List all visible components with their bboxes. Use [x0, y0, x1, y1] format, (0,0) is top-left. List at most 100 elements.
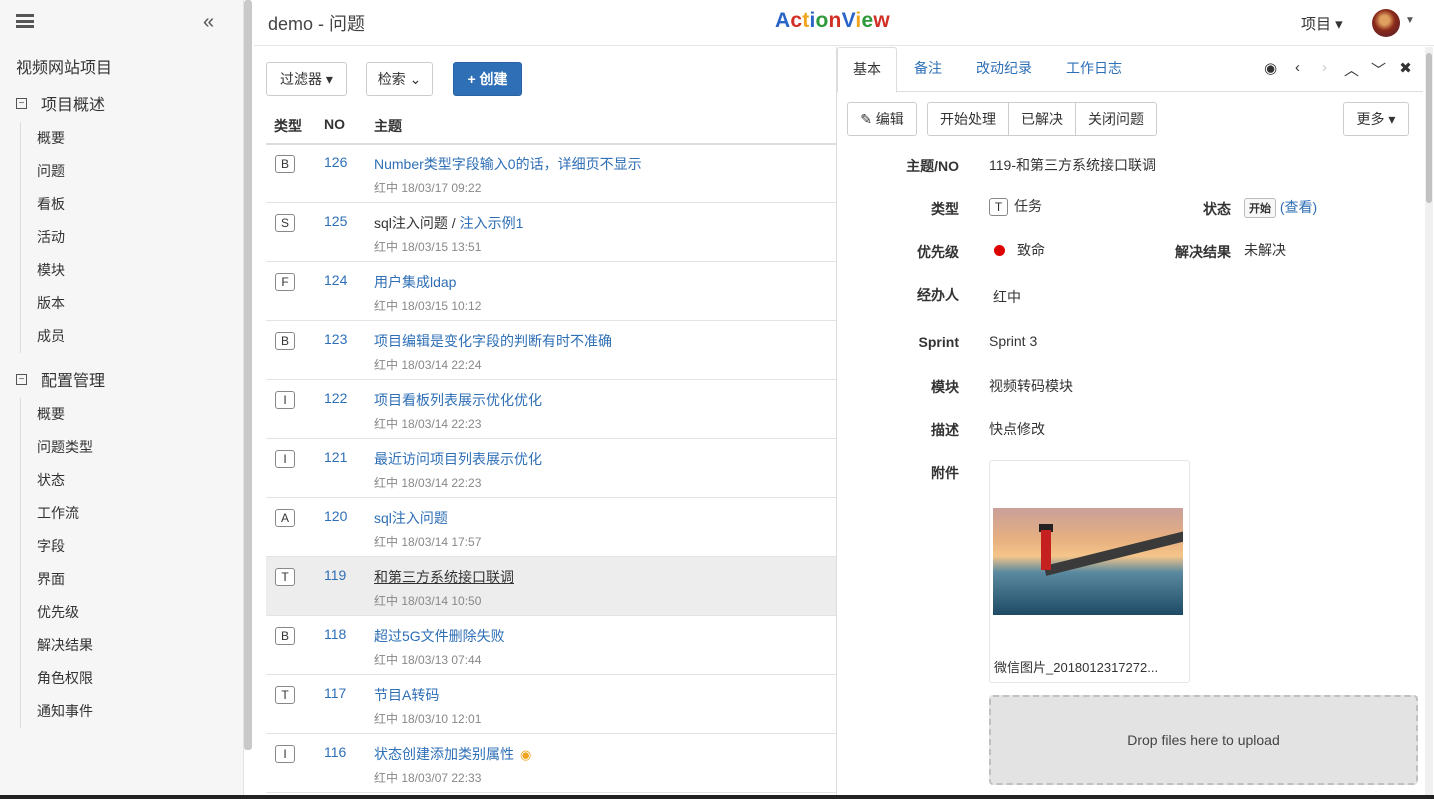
sidebar-item-modules[interactable]: 模块 [21, 254, 65, 287]
issue-assignee-value[interactable]: 红中 [993, 287, 1021, 307]
collapse-group-icon[interactable]: − [16, 373, 27, 385]
issue-priority-value[interactable]: 致命 [994, 240, 1045, 260]
issue-number[interactable]: 120 [324, 508, 347, 524]
table-row[interactable]: F 124 用户集成ldap 红中 18/03/15 10:12 [266, 262, 836, 321]
issue-number[interactable]: 121 [324, 449, 347, 465]
close-icon[interactable]: ✖ [1392, 59, 1419, 80]
project-name[interactable]: 视频网站项目 [16, 54, 112, 78]
sidebar-item-members[interactable]: 成员 [21, 320, 65, 353]
table-row[interactable]: S 125 sql注入问题 / 注入示例1 红中 18/03/15 13:51 [266, 203, 836, 262]
issue-title-link[interactable]: 节目A转码 [374, 685, 439, 705]
avatar[interactable] [1372, 9, 1400, 37]
edit-button[interactable]: ✎ 编辑 [847, 102, 917, 136]
table-row[interactable]: I 122 项目看板列表展示优化优化 红中 18/03/14 22:23 [266, 380, 836, 439]
issue-sprint-value[interactable]: Sprint 3 [989, 333, 1037, 349]
issue-type-value[interactable]: T 任务 [989, 196, 1042, 216]
issue-title-link[interactable]: 最近访问项目列表展示优化 [374, 449, 542, 469]
table-row[interactable]: A 120 sql注入问题 红中 18/03/14 17:57 [266, 498, 836, 557]
issue-description-value[interactable]: 快点修改 [989, 419, 1045, 439]
close-issue-button[interactable]: 关闭问题 [1075, 102, 1157, 136]
hamburger-menu-icon[interactable] [16, 14, 34, 28]
sidebar-item-resolutions[interactable]: 解决结果 [21, 629, 93, 662]
caret-down-icon[interactable]: ▼ [1405, 15, 1415, 26]
issue-number[interactable]: 123 [324, 331, 347, 347]
issue-type-badge: B [275, 155, 295, 173]
table-row-selected[interactable]: T 119 和第三方系统接口联调 红中 18/03/14 10:50 [266, 557, 836, 616]
sidebar-item-roles[interactable]: 角色权限 [21, 662, 93, 695]
attachment-thumbnail[interactable] [993, 508, 1183, 615]
issue-number[interactable]: 118 [324, 626, 346, 642]
sidebar-item-config-summary[interactable]: 概要 [21, 398, 93, 431]
issue-title-link[interactable]: 用户集成ldap [374, 272, 456, 292]
project-menu[interactable]: 项目 ▾ [1301, 13, 1343, 34]
file-dropzone[interactable]: Drop files here to upload [989, 695, 1418, 785]
attachment-card[interactable]: 微信图片_2018012317272... [989, 460, 1190, 683]
table-row[interactable]: T 117 节目A转码 红中 18/03/10 12:01 [266, 675, 836, 734]
attachment-filename[interactable]: 微信图片_2018012317272... [994, 657, 1158, 676]
actionview-logo[interactable]: ActionView [775, 9, 890, 33]
start-progress-button[interactable]: 开始处理 [927, 102, 1009, 136]
more-actions-button[interactable]: 更多 ▾ [1343, 102, 1409, 136]
collapse-sidebar-icon[interactable]: « [203, 11, 214, 34]
sidebar-item-fields[interactable]: 字段 [21, 530, 93, 563]
sidebar-group-config[interactable]: − 配置管理 [16, 367, 105, 391]
sidebar-item-summary[interactable]: 概要 [21, 122, 65, 155]
issue-number[interactable]: 116 [324, 744, 346, 760]
table-row[interactable]: I 121 最近访问项目列表展示优化 红中 18/03/14 22:23 [266, 439, 836, 498]
sidebar-item-workflows[interactable]: 工作流 [21, 497, 93, 530]
issue-number[interactable]: 126 [324, 154, 347, 170]
issue-module-value[interactable]: 视频转码模块 [989, 376, 1073, 396]
view-workflow-link[interactable]: (查看) [1280, 199, 1317, 215]
detail-scrollbar[interactable] [1425, 47, 1433, 799]
previous-issue-icon[interactable]: ‹ [1284, 59, 1311, 80]
issue-title-value[interactable]: 119-和第三方系统接口联调 [989, 155, 1156, 175]
issue-title-link[interactable]: 注入示例1 [460, 215, 524, 231]
issue-title-link[interactable]: 状态创建添加类别属性 [374, 746, 514, 762]
create-button[interactable]: + 创建 [453, 62, 522, 96]
filter-button[interactable]: 过滤器 ▾ [266, 62, 347, 96]
sidebar-item-priorities[interactable]: 优先级 [21, 596, 93, 629]
issue-title-link[interactable]: 和第三方系统接口联调 [374, 567, 514, 587]
sidebar-item-issues[interactable]: 问题 [21, 155, 65, 188]
issue-title-link[interactable]: 项目看板列表展示优化优化 [374, 390, 542, 410]
search-button[interactable]: 检索 ⌄ [366, 62, 433, 96]
watch-eye-icon[interactable]: ◉ [1257, 59, 1284, 80]
issue-title-link[interactable]: 项目编辑是变化字段的判断有时不准确 [374, 331, 612, 351]
column-header-no[interactable]: NO [324, 116, 345, 132]
issue-number[interactable]: 117 [324, 685, 346, 701]
table-row[interactable]: B 126 Number类型字段输入0的话，详细页不显示 红中 18/03/17… [266, 144, 836, 203]
table-row[interactable]: B 118 超过5G文件删除失败 红中 18/03/13 07:44 [266, 616, 836, 675]
column-header-type[interactable]: 类型 [274, 116, 302, 136]
issue-resolution-value[interactable]: 未解决 [1244, 240, 1286, 260]
tab-history[interactable]: 改动纪录 [961, 47, 1047, 92]
sidebar-item-board[interactable]: 看板 [21, 188, 65, 221]
issue-title-link[interactable]: 超过5G文件删除失败 [374, 626, 505, 646]
sidebar-item-issue-types[interactable]: 问题类型 [21, 431, 93, 464]
tab-basic[interactable]: 基本 [837, 47, 897, 93]
sidebar-item-notifications[interactable]: 通知事件 [21, 695, 93, 728]
collapse-group-icon[interactable]: − [16, 97, 27, 109]
resolve-button[interactable]: 已解决 [1008, 102, 1076, 136]
column-header-title[interactable]: 主题 [374, 116, 402, 136]
sidebar-item-activity[interactable]: 活动 [21, 221, 65, 254]
issue-number[interactable]: 119 [324, 567, 346, 583]
sidebar-item-states[interactable]: 状态 [21, 464, 93, 497]
issue-number[interactable]: 124 [324, 272, 347, 288]
scrollbar-thumb[interactable] [1426, 53, 1432, 203]
issue-title-link[interactable]: Number类型字段输入0的话，详细页不显示 [374, 154, 642, 174]
sidebar-scrollbar[interactable] [244, 0, 252, 750]
tab-comments[interactable]: 备注 [899, 47, 957, 92]
parent-issue-title[interactable]: sql注入问题 / [374, 215, 460, 231]
next-issue-icon[interactable]: › [1311, 59, 1338, 80]
sidebar-item-versions[interactable]: 版本 [21, 287, 65, 320]
sidebar-group-overview[interactable]: − 项目概述 [16, 91, 105, 115]
issue-title-link[interactable]: sql注入问题 [374, 508, 448, 528]
chevron-up-icon[interactable]: ︿ [1338, 59, 1365, 80]
table-row[interactable]: I 116 状态创建添加类别属性 ◉ 红中 18/03/07 22:33 [266, 734, 836, 793]
tab-worklog[interactable]: 工作日志 [1051, 47, 1137, 92]
issue-number[interactable]: 125 [324, 213, 347, 229]
issue-number[interactable]: 122 [324, 390, 347, 406]
sidebar-item-screens[interactable]: 界面 [21, 563, 93, 596]
chevron-down-icon[interactable]: ﹀ [1365, 59, 1392, 80]
table-row[interactable]: B 123 项目编辑是变化字段的判断有时不准确 红中 18/03/14 22:2… [266, 321, 836, 380]
